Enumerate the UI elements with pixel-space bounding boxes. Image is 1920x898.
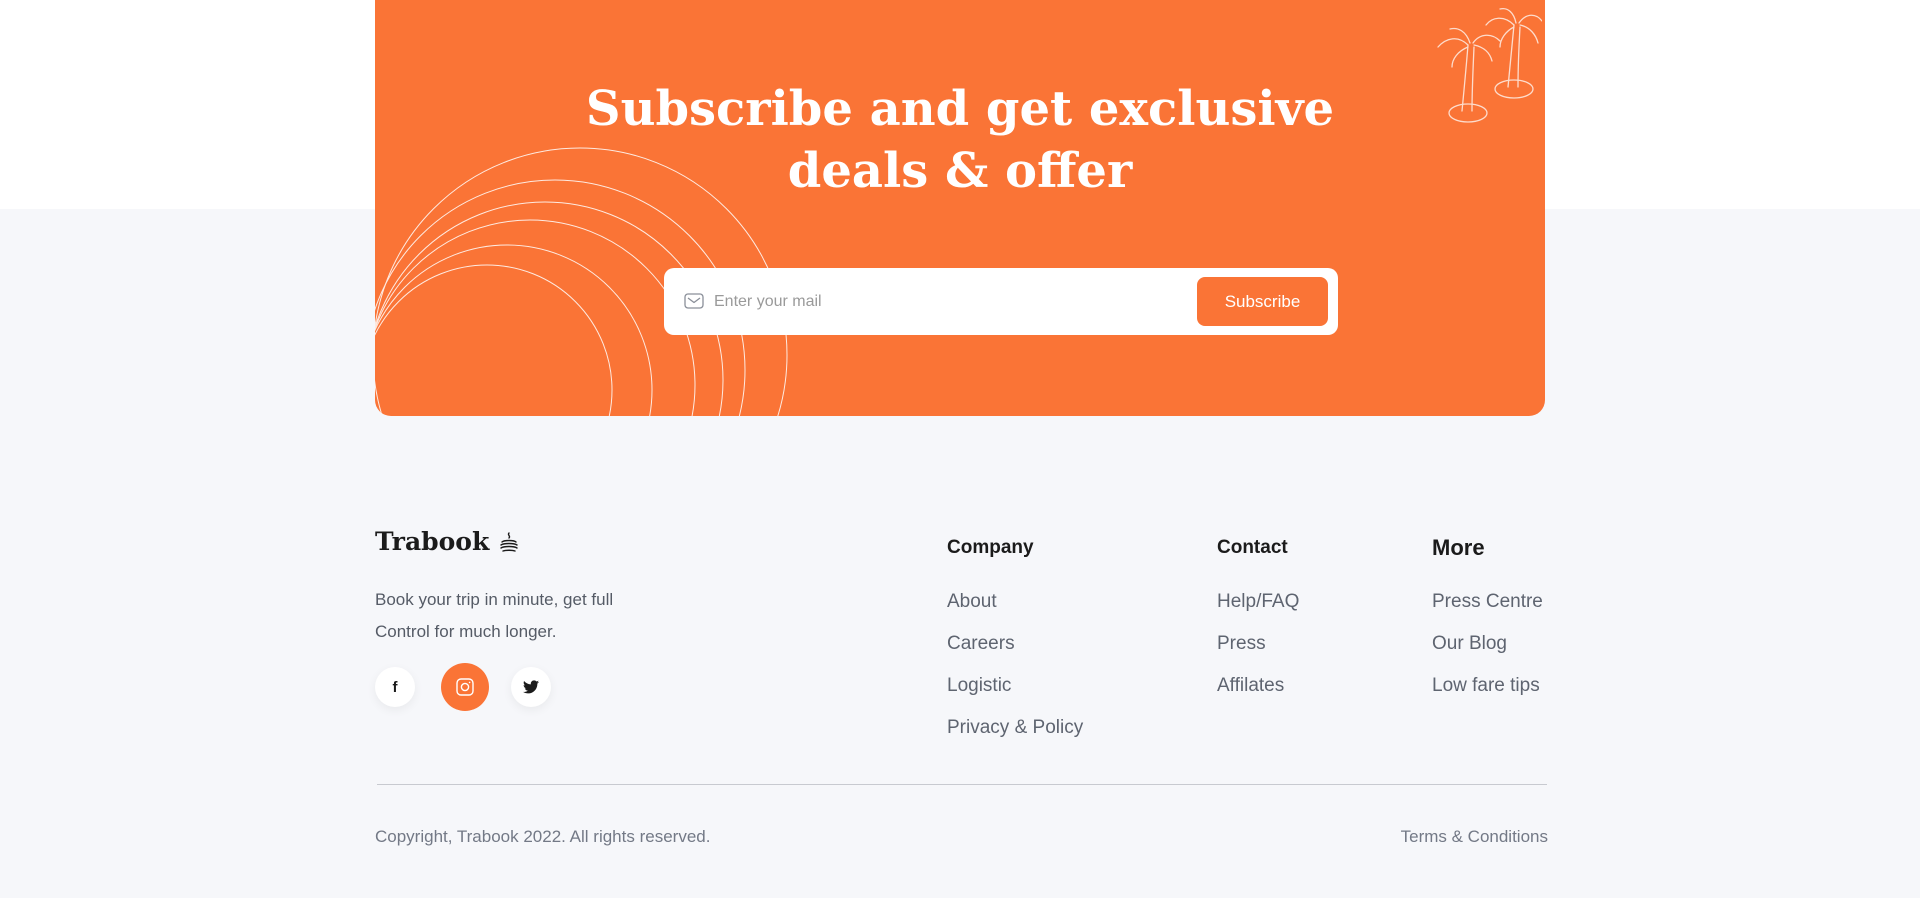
column-title-company: Company <box>947 537 1034 558</box>
footer-tagline: Book your trip in minute, get full Contr… <box>375 584 665 648</box>
footer-column-company: Company About Careers Logistic Privacy &… <box>947 536 1083 758</box>
contact-links: Help/FAQ Press Affilates <box>1217 590 1299 698</box>
facebook-icon: f <box>392 678 398 696</box>
stacked-dishes-icon <box>500 531 519 552</box>
footer-column-contact: Contact Help/FAQ Press Affilates <box>1217 536 1299 716</box>
email-input[interactable] <box>712 284 1176 320</box>
link-press[interactable]: Press <box>1217 632 1299 656</box>
tagline-line2: Control for much longer. <box>375 622 557 641</box>
company-links: About Careers Logistic Privacy & Policy <box>947 590 1083 740</box>
terms-link[interactable]: Terms & Conditions <box>1401 827 1548 847</box>
circle-rings-decoration <box>375 147 788 416</box>
link-low-fare-tips[interactable]: Low fare tips <box>1432 674 1543 698</box>
subscribe-card: Subscribe and get exclusive deals & offe… <box>375 0 1545 416</box>
copyright-text: Copyright, Trabook 2022. All rights rese… <box>375 827 711 846</box>
twitter-icon <box>523 680 539 694</box>
instagram-icon <box>456 678 474 696</box>
tagline-line1: Book your trip in minute, get full <box>375 590 614 609</box>
footer-column-more: More Press Centre Our Blog Low fare tips <box>1432 536 1543 716</box>
link-careers[interactable]: Careers <box>947 632 1083 656</box>
column-title-contact: Contact <box>1217 537 1288 558</box>
link-affilates[interactable]: Affilates <box>1217 674 1299 698</box>
link-about[interactable]: About <box>947 590 1083 614</box>
mail-icon <box>684 293 704 309</box>
subscribe-form: Subscribe <box>664 268 1338 335</box>
brand-name: Trabook <box>375 527 490 556</box>
column-title-more: More <box>1432 535 1485 560</box>
subscribe-title-line2: deals & offer <box>787 143 1133 199</box>
facebook-button[interactable]: f <box>375 667 415 707</box>
footer-brand[interactable]: Trabook <box>375 527 519 556</box>
link-press-centre[interactable]: Press Centre <box>1432 590 1543 614</box>
twitter-button[interactable] <box>511 667 551 707</box>
more-links: Press Centre Our Blog Low fare tips <box>1432 590 1543 698</box>
link-logistic[interactable]: Logistic <box>947 674 1083 698</box>
subscribe-button[interactable]: Subscribe <box>1197 277 1328 326</box>
link-help-faq[interactable]: Help/FAQ <box>1217 590 1299 614</box>
subscribe-title-line1: Subscribe and get exclusive <box>585 81 1335 137</box>
instagram-button[interactable] <box>441 663 489 711</box>
footer-divider <box>377 784 1547 785</box>
link-our-blog[interactable]: Our Blog <box>1432 632 1543 656</box>
subscribe-title: Subscribe and get exclusive deals & offe… <box>375 78 1545 202</box>
link-privacy-policy[interactable]: Privacy & Policy <box>947 716 1083 740</box>
